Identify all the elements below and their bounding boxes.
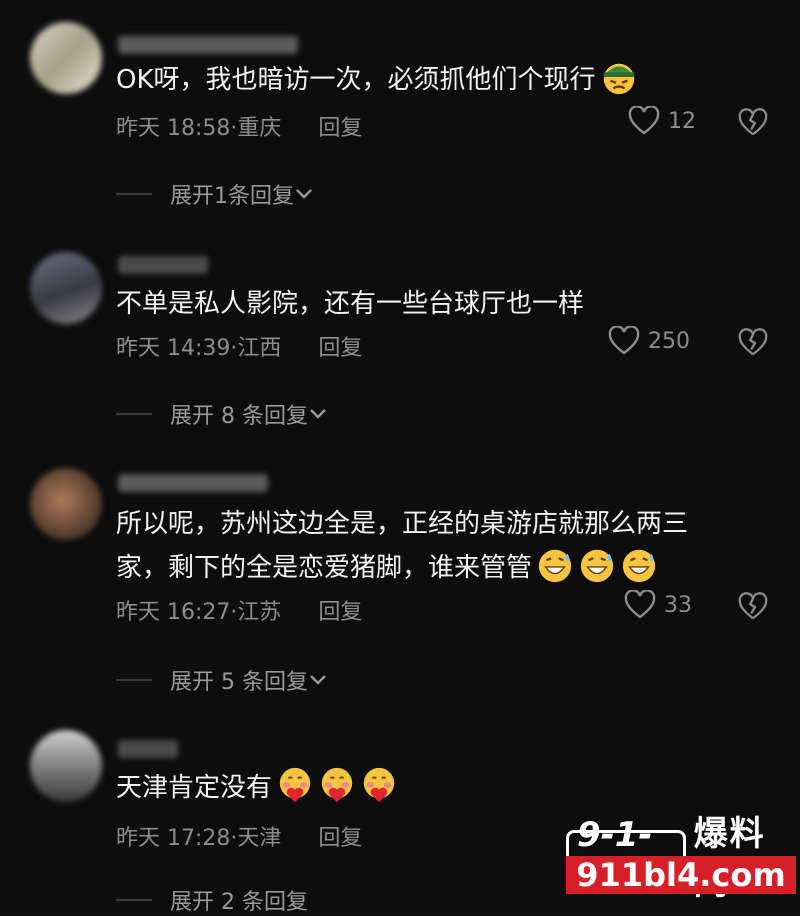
chevron-down-icon xyxy=(310,675,326,685)
like-count: 33 xyxy=(664,592,692,618)
expand-replies-label: 展开 8 条回复 xyxy=(170,404,308,429)
heart-hug-emoji xyxy=(363,767,395,803)
like-button[interactable]: 250 xyxy=(608,326,690,356)
heart-icon xyxy=(624,590,656,619)
comment-time: 昨天 17:28 xyxy=(116,826,231,851)
comment-text: OK呀，我也暗访一次，必须抓他们个现行 xyxy=(116,58,716,102)
heart-icon xyxy=(608,326,640,355)
expand-replies-button[interactable]: 展开1条回复 xyxy=(116,178,314,210)
comment-time: 昨天 14:39 xyxy=(116,336,231,361)
comment-meta: 昨天 17:28·天津 回复 xyxy=(116,826,363,851)
grinning-sweat-emoji xyxy=(622,549,656,583)
comment-location: 重庆 xyxy=(237,116,282,141)
expand-replies-button[interactable]: 展开 2 条回复 xyxy=(116,884,308,916)
comment-item: 不单是私人影院，还有一些台球厅也一样 昨天 14:39·江西 回复 250 展开… xyxy=(0,230,800,460)
watermark-url: 911bl4.com xyxy=(566,856,796,894)
comment-text: 所以呢，苏州这边全是，正经的桌游店就那么两三 家，剩下的全是恋爱猪脚，谁来管管 xyxy=(116,502,756,590)
divider-line xyxy=(116,413,152,415)
grinning-sweat-emoji xyxy=(538,549,572,583)
expand-replies-label: 展开 5 条回复 xyxy=(170,670,308,695)
username-blurred[interactable] xyxy=(118,36,298,54)
comment-time: 昨天 16:27 xyxy=(116,600,231,625)
comment-item: 所以呢，苏州这边全是，正经的桌游店就那么两三 家，剩下的全是恋爱猪脚，谁来管管 … xyxy=(0,460,800,710)
username-blurred[interactable] xyxy=(118,474,268,492)
divider-line xyxy=(116,899,152,901)
chevron-down-icon xyxy=(310,409,326,419)
chevron-down-icon xyxy=(296,189,312,199)
comment-meta: 昨天 18:58·重庆 回复 xyxy=(116,116,363,141)
comment-item: OK呀，我也暗访一次，必须抓他们个现行 昨天 18:58·重庆 回复 12 展开… xyxy=(0,0,800,230)
comment-text: 天津肯定没有 xyxy=(116,766,716,810)
like-button[interactable]: 12 xyxy=(628,106,696,136)
expand-replies-label: 展开1条回复 xyxy=(170,184,294,209)
heart-hug-emoji xyxy=(321,767,353,803)
expand-replies-button[interactable]: 展开 8 条回复 xyxy=(116,398,328,430)
reply-button[interactable]: 回复 xyxy=(318,600,362,625)
comment-text-content: 不单是私人影院，还有一些台球厅也一样 xyxy=(116,289,585,319)
heart-hug-emoji xyxy=(279,767,311,803)
divider-line xyxy=(116,679,152,681)
avatar[interactable] xyxy=(30,22,102,94)
broken-heart-icon[interactable] xyxy=(738,108,768,138)
avatar[interactable] xyxy=(30,252,102,324)
like-count: 250 xyxy=(648,328,690,354)
comment-location: 天津 xyxy=(237,826,282,851)
like-count: 12 xyxy=(668,108,696,134)
expand-replies-label: 展开 2 条回复 xyxy=(170,890,308,915)
angry-green-cap-emoji xyxy=(603,63,634,95)
broken-heart-icon[interactable] xyxy=(738,328,768,358)
comment-text-content: 天津肯定没有 xyxy=(116,773,273,803)
expand-replies-button[interactable]: 展开 5 条回复 xyxy=(116,664,328,696)
comment-location: 江西 xyxy=(237,336,282,361)
username-blurred[interactable] xyxy=(118,256,208,274)
divider-line xyxy=(116,193,152,195)
comment-text-content: 家，剩下的全是恋爱猪脚，谁来管管 xyxy=(116,553,533,583)
comment-location: 江苏 xyxy=(237,600,282,625)
comment-text-line: 所以呢，苏州这边全是，正经的桌游店就那么两三 xyxy=(116,509,689,539)
comment-meta: 昨天 14:39·江西 回复 xyxy=(116,336,363,361)
comment-text-line-2: 家，剩下的全是恋爱猪脚，谁来管管 xyxy=(116,546,756,590)
heart-icon xyxy=(628,106,660,135)
comment-time: 昨天 18:58 xyxy=(116,116,231,141)
avatar[interactable] xyxy=(30,730,102,802)
comment-meta: 昨天 16:27·江苏 回复 xyxy=(116,600,363,625)
reply-button[interactable]: 回复 xyxy=(318,116,362,141)
like-button[interactable]: 33 xyxy=(624,590,692,620)
grinning-sweat-emoji xyxy=(580,549,614,583)
broken-heart-icon[interactable] xyxy=(738,592,768,622)
reply-button[interactable]: 回复 xyxy=(318,826,362,851)
reply-button[interactable]: 回复 xyxy=(318,336,362,361)
username-blurred[interactable] xyxy=(118,740,178,758)
avatar[interactable] xyxy=(30,468,102,540)
comment-text-content: OK呀，我也暗访一次，必须抓他们个现行 xyxy=(116,65,596,95)
comment-text: 不单是私人影院，还有一些台球厅也一样 xyxy=(116,282,716,326)
